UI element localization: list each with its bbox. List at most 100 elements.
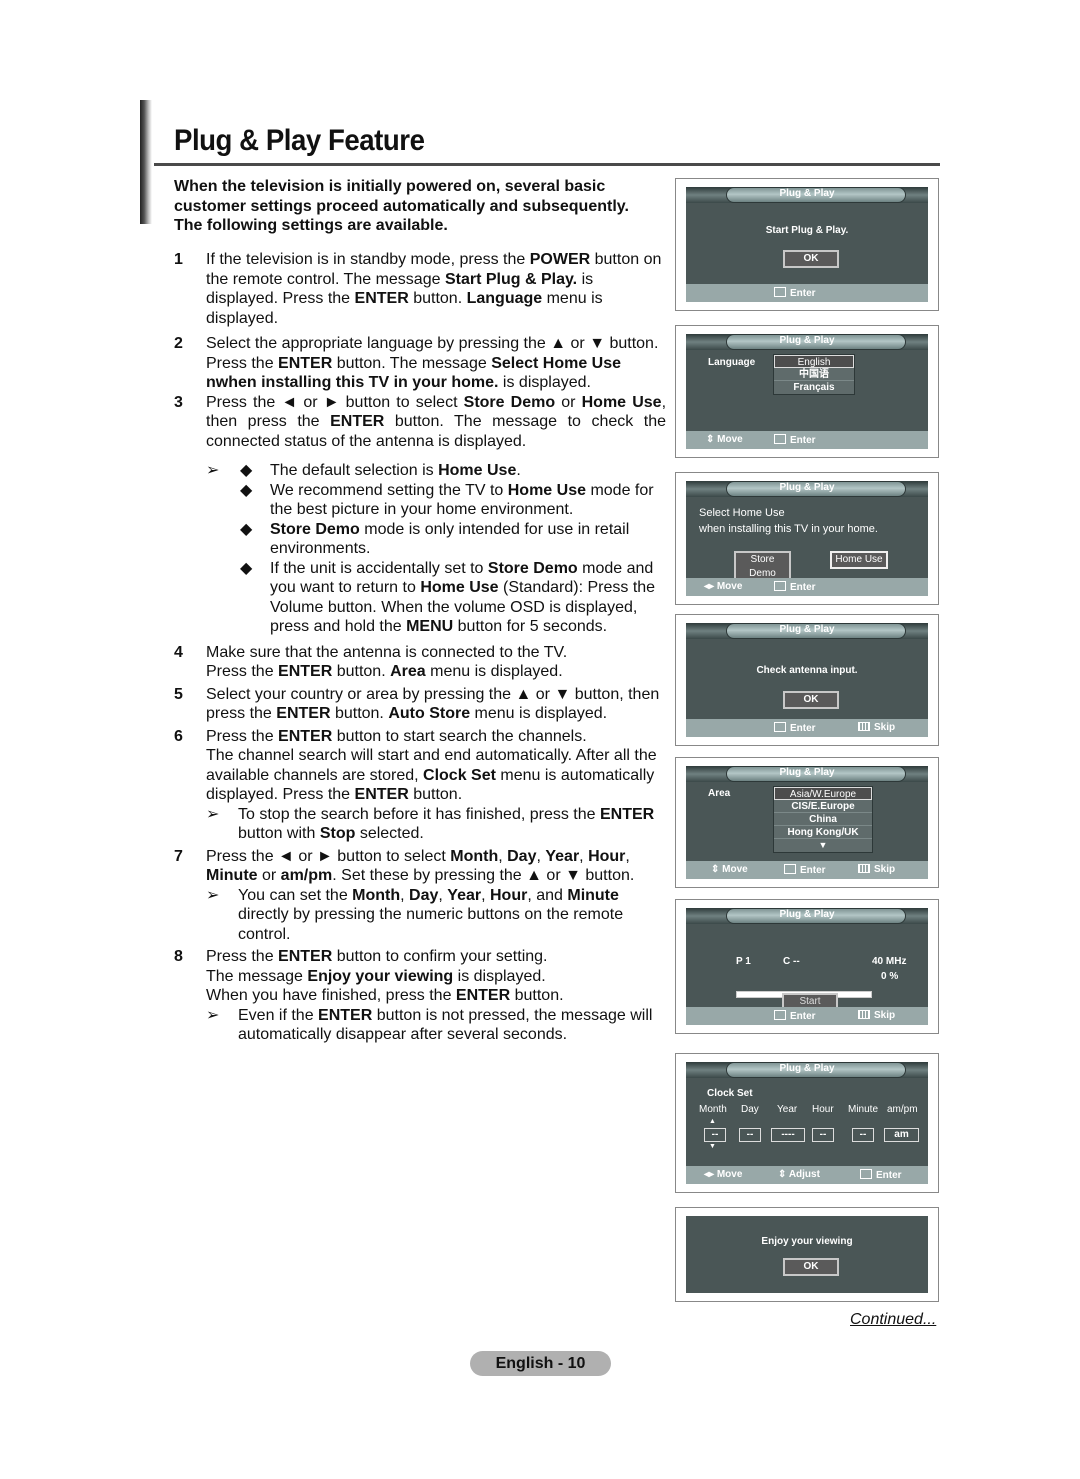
left-right-icon: ◂▸	[704, 581, 715, 592]
antenna-message: Check antenna input.	[756, 665, 858, 676]
osd-home-use: Plug & Play Select Home Use when install…	[675, 472, 939, 605]
day-field[interactable]: --	[739, 1128, 761, 1142]
minute-label: Minute	[848, 1104, 879, 1115]
osd-header: Plug & Play	[686, 623, 928, 639]
down-arrow-icon[interactable]: ▼	[709, 1143, 716, 1150]
bullet-item: ◆ Store Demo mode is only intended for us…	[240, 520, 630, 558]
enter-hint: Enter	[774, 434, 816, 446]
title-divider	[154, 163, 940, 166]
ampm-field[interactable]: am	[884, 1128, 919, 1142]
move-hint: ⇕ Move	[711, 864, 748, 875]
step-number: 6	[174, 727, 183, 745]
step-6: 6 Press the ENTER button to start search …	[174, 727, 666, 844]
osd-footer: ⇕ Move Enter	[686, 431, 928, 449]
skip-hint: Skip	[858, 864, 895, 875]
up-down-icon: ⇕	[706, 434, 715, 445]
skip-hint: Skip	[858, 1010, 895, 1021]
step-text: Press the ENTER button to start search t…	[206, 727, 657, 804]
hour-field[interactable]: --	[812, 1128, 834, 1142]
language-option[interactable]: Français	[774, 381, 854, 394]
skip-hint: Skip	[858, 722, 895, 733]
language-option[interactable]: English	[774, 355, 854, 368]
enter-icon	[774, 434, 786, 444]
year-field[interactable]: ----	[771, 1128, 805, 1142]
note-arrow-icon: ➢	[206, 886, 220, 904]
step-8: 8 Press the ENTER button to confirm your …	[174, 947, 666, 1045]
osd-footer: Enter Skip	[686, 719, 928, 737]
skip-icon	[858, 1010, 870, 1019]
enter-icon	[860, 1169, 872, 1179]
start-message: Start Plug & Play.	[765, 225, 849, 236]
area-option[interactable]: Hong Kong/UK	[774, 826, 872, 839]
ok-button[interactable]: OK	[783, 250, 839, 268]
osd-enjoy-viewing: Enjoy your viewing OK	[675, 1207, 939, 1302]
area-list: Asia/W.Europe CIS/E.Europe China Hong Ko…	[773, 786, 873, 853]
home-use-notes: ➢ ◆ The default selection is Home Use. ◆ W…	[206, 461, 666, 637]
bullet-item: ◆ The default selection is Home Use.	[240, 462, 521, 479]
osd-footer: ⇕ Move Enter Skip	[686, 861, 928, 879]
step-number: 1	[174, 251, 183, 268]
enter-icon	[774, 581, 786, 591]
osd-header: Plug & Play	[686, 908, 928, 924]
skip-icon	[858, 722, 870, 731]
osd-footer: Enter	[686, 284, 928, 302]
osd-footer: ◂▸ Move Enter	[686, 578, 928, 596]
osd-header: Plug & Play	[686, 334, 928, 350]
move-hint: ◂▸ Move	[704, 581, 743, 592]
month-label: Month	[699, 1104, 727, 1115]
move-hint: ⇕ Move	[706, 434, 743, 445]
home-use-button[interactable]: Home Use	[830, 551, 888, 569]
scroll-down-icon[interactable]: ▼	[774, 839, 872, 852]
up-down-icon: ⇕	[711, 864, 720, 875]
ok-button[interactable]: OK	[783, 1258, 839, 1276]
ampm-label: am/pm	[887, 1104, 918, 1115]
minute-field[interactable]: --	[852, 1128, 874, 1142]
area-option[interactable]: Asia/W.Europe	[774, 787, 872, 800]
osd-check-antenna: Plug & Play Check antenna input. OK Ente…	[675, 614, 939, 746]
step-number: 2	[174, 335, 183, 352]
enter-icon	[774, 287, 786, 297]
continued-label: Continued...	[850, 1311, 937, 1328]
step-2: 2 Select the appropriate language by pres…	[174, 334, 666, 393]
area-option[interactable]: CIS/E.Europe	[774, 800, 872, 813]
enter-hint: Enter	[784, 864, 826, 876]
enter-hint: Enter	[774, 722, 816, 734]
osd-header: Plug & Play	[686, 481, 928, 497]
ok-button[interactable]: OK	[783, 691, 839, 709]
enter-hint: Enter	[860, 1169, 902, 1181]
osd-footer: ◂▸ Move ⇕ Adjust Enter	[686, 1166, 928, 1184]
osd-header: Plug & Play	[686, 1062, 928, 1078]
hour-label: Hour	[812, 1104, 834, 1115]
frequency: 40 MHz	[872, 956, 907, 967]
enter-hint: Enter	[774, 581, 816, 593]
step-4: 4 Make sure that the antenna is connected…	[174, 643, 666, 682]
step-7: 7 Press the ◄ or ► button to select Month…	[174, 847, 666, 945]
osd-start-plug-and-play: Plug & Play Start Plug & Play. OK Enter	[675, 178, 939, 311]
osd-area: Plug & Play Area Asia/W.Europe CIS/E.Eur…	[675, 757, 939, 888]
step-3: 3 Press the ◄ or ► button to select Store…	[174, 393, 666, 452]
enjoy-message: Enjoy your viewing	[761, 1236, 853, 1247]
step-6-note: ➢ To stop the search before it has finish…	[206, 805, 655, 843]
steps-list: 1 If the television is in standby mode, p…	[174, 250, 666, 1051]
diamond-bullet-icon: ◆	[240, 462, 253, 479]
intro-paragraph: When the television is initially powered…	[174, 178, 629, 234]
step-text: Press the ENTER button to confirm your s…	[206, 948, 564, 1004]
enter-icon	[784, 864, 796, 874]
up-arrow-icon[interactable]: ▲	[709, 1118, 716, 1125]
osd-header: Plug & Play	[686, 766, 928, 782]
page-title: Plug & Play Feature	[174, 124, 425, 157]
note-arrow-icon: ➢	[206, 805, 220, 823]
area-option[interactable]: China	[774, 813, 872, 826]
step-8-note: ➢ Even if the ENTER button is not pressed…	[206, 1006, 653, 1044]
step-text: Press the ◄ or ► button to select Month,…	[206, 847, 635, 885]
language-option[interactable]: 中国语	[774, 368, 854, 381]
step-number: 5	[174, 685, 183, 703]
step-text: Select the appropriate language by press…	[206, 335, 659, 391]
language-label: Language	[708, 357, 756, 368]
left-right-icon: ◂▸	[704, 1169, 715, 1180]
home-use-line2: when installing this TV in your home.	[699, 523, 878, 535]
up-down-icon: ⇕	[778, 1169, 787, 1180]
progress-percent: 0 %	[881, 971, 899, 982]
step-number: 8	[174, 948, 183, 965]
month-field[interactable]: --	[704, 1128, 726, 1142]
